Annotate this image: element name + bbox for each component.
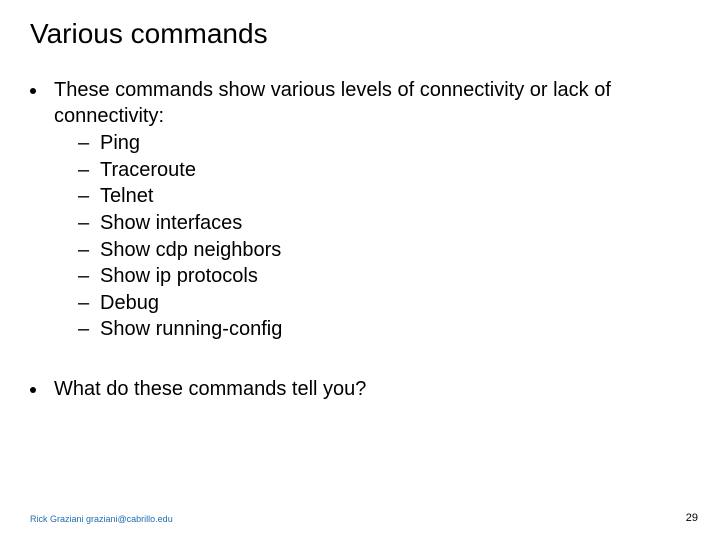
dash-icon: –: [78, 131, 94, 157]
sub-item-text: Telnet: [100, 184, 153, 210]
list-item: – Telnet: [78, 184, 690, 210]
list-item: – Show running-config: [78, 317, 690, 343]
bullet-lead: These commands show various levels of co…: [54, 79, 611, 127]
sub-item-text: Traceroute: [100, 158, 196, 184]
bullet-question: What do these commands tell you?: [54, 378, 366, 400]
bullet-dot-icon: [30, 88, 36, 94]
slide-body: These commands show various levels of co…: [30, 78, 690, 403]
list-item: – Show ip protocols: [78, 264, 690, 290]
sub-item-text: Ping: [100, 131, 140, 157]
dash-icon: –: [78, 317, 94, 343]
dash-icon: –: [78, 184, 94, 210]
list-item: – Show interfaces: [78, 211, 690, 237]
dash-icon: –: [78, 211, 94, 237]
bullet-dot-icon: [30, 387, 36, 393]
page-number: 29: [686, 512, 698, 524]
bullet-text-block: These commands show various levels of co…: [54, 78, 690, 343]
bullet-text-block: What do these commands tell you?: [54, 377, 690, 403]
list-item: – Ping: [78, 131, 690, 157]
list-item: – Show cdp neighbors: [78, 238, 690, 264]
dash-icon: –: [78, 264, 94, 290]
sub-item-text: Show cdp neighbors: [100, 238, 281, 264]
sub-item-text: Show interfaces: [100, 211, 242, 237]
list-item: – Traceroute: [78, 158, 690, 184]
dash-icon: –: [78, 238, 94, 264]
sub-item-text: Show running-config: [100, 317, 282, 343]
slide: Various commands These commands show var…: [0, 0, 720, 540]
sub-item-text: Show ip protocols: [100, 264, 258, 290]
footer-author: Rick Graziani graziani@cabrillo.edu: [30, 514, 173, 524]
bullet-item: These commands show various levels of co…: [30, 78, 690, 343]
list-item: – Debug: [78, 291, 690, 317]
bullet-item: What do these commands tell you?: [30, 377, 690, 403]
slide-title: Various commands: [30, 18, 690, 50]
dash-icon: –: [78, 291, 94, 317]
sub-list: – Ping – Traceroute – Telnet – Show inte…: [78, 131, 690, 343]
dash-icon: –: [78, 158, 94, 184]
sub-item-text: Debug: [100, 291, 159, 317]
